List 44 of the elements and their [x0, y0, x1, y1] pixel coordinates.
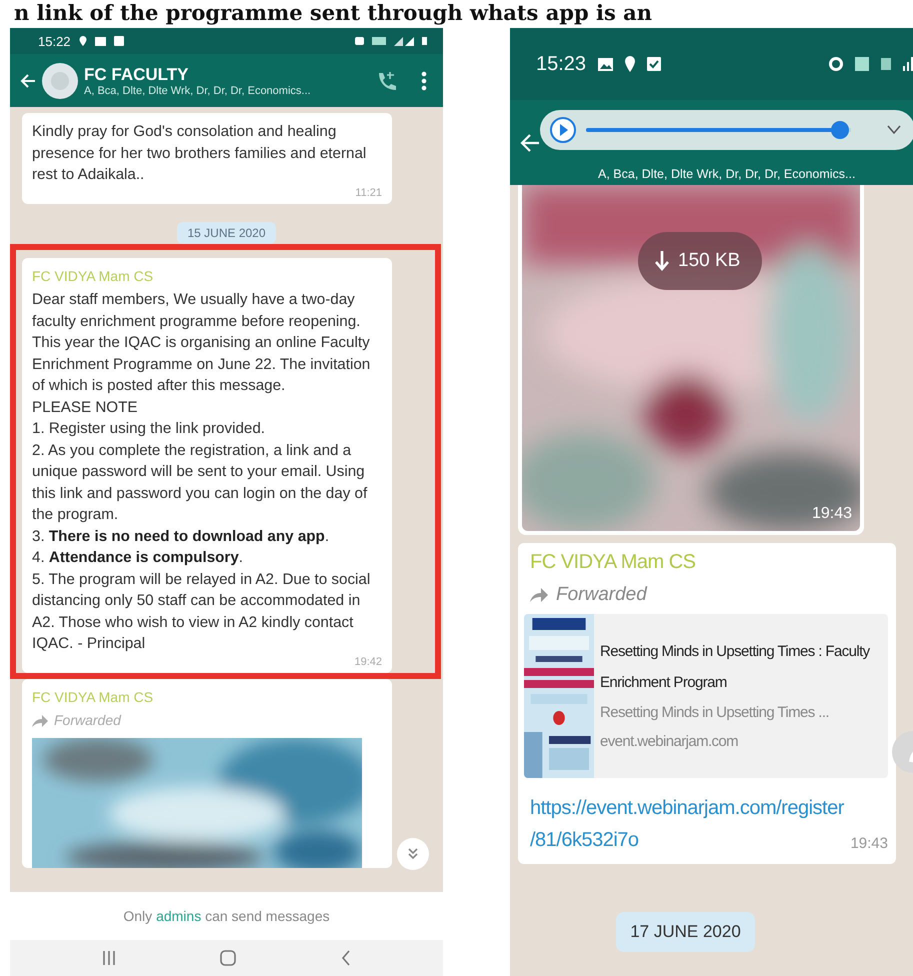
location-icon — [625, 56, 636, 72]
preview-description: Resetting Minds in Upsetting Times ... — [600, 703, 830, 723]
play-icon[interactable] — [550, 117, 576, 143]
status-time: 15:23 — [536, 52, 586, 76]
location-icon — [78, 36, 87, 46]
chevron-down-icon[interactable] — [887, 125, 901, 135]
admins-only-notice: Only admins can send messages — [10, 892, 443, 940]
sender-name: FC VIDYA Mam CS — [32, 688, 154, 706]
message-text: Dear staff members, We usually have a two-day faculty enrichment programme before reopening. This year the IQAC is organising an online Faculty Enrichment Programme on June 22. The invitation of which is posted after this message. PLEASE NOTE 1. Register using the link provided. 2. As you complete the registration, a link and a unique password will be sent to your email. Using this link and password you can login on the day of the program. 3. There is no need to download any app. 4. Attendance is compulsory. 5. The program will be relayed in A2. Due to social distancing only 50 staff can be accommodated in A2. Those who wish to view in A2 kindly contact IQAC. - Principal — [32, 290, 372, 654]
date-chip: 15 JUNE 2020 — [177, 222, 276, 244]
preview-title: Resetting Minds in Upsetting Times : Faculty Enrichment Program — [600, 642, 871, 693]
group-avatar-icon[interactable] — [42, 62, 78, 98]
more-options-icon[interactable] — [421, 70, 427, 90]
download-arrow-icon — [654, 250, 670, 272]
back-arrow-icon[interactable] — [520, 132, 540, 152]
back-arrow-icon[interactable] — [20, 72, 36, 88]
back-icon[interactable] — [341, 950, 352, 966]
download-button[interactable]: 150 KB — [638, 232, 762, 290]
page-heading: n link of the programme sent through whats app is an — [13, 0, 653, 27]
group-name: FC FACULTY — [84, 64, 190, 84]
recent-apps-icon[interactable] — [102, 950, 116, 966]
forwarded-label: Forwarded — [54, 711, 121, 730]
group-members: A, Bca, Dlte, Dlte Wrk, Dr, Dr, Dr, Economics... — [84, 84, 312, 96]
message-time: 19:43 — [850, 835, 888, 854]
double-chevron-icon — [407, 848, 419, 860]
signal-icon — [394, 36, 414, 46]
scroll-down-button[interactable] — [397, 838, 429, 870]
message-time: 19:42 — [353, 654, 382, 668]
register-link[interactable]: https://event.webinarjam.com/register /81/6k532i7o — [530, 792, 850, 856]
sender-name: FC VIDYA Mam CS — [530, 551, 696, 574]
link-preview[interactable]: Resetting Minds in Upsetting Times : Faculty Enrichment Program Resetting Minds in Upsetting Times ... event.webinarjam.com — [524, 614, 888, 778]
message-time: 11:21 — [354, 186, 382, 200]
status-time: 15:22 — [38, 34, 71, 48]
group-members: A, Bca, Dlte, Dlte Wrk, Dr, Dr, Dr, Economics... — [598, 166, 856, 180]
forward-icon — [32, 714, 48, 727]
preview-domain: event.webinarjam.com — [600, 732, 740, 752]
message-time: 19:43 — [812, 505, 852, 523]
message-text: Kindly pray for God's consolation and healing presence for her two brothers families and eternal rest to Adaikala.. — [32, 122, 368, 185]
home-icon[interactable] — [219, 949, 238, 967]
signal-icon — [903, 57, 913, 71]
forward-icon — [530, 588, 548, 602]
sender-name: FC VIDYA Mam CS — [32, 266, 154, 286]
date-chip: 17 JUNE 2020 — [616, 912, 755, 952]
forwarded-label: Forwarded — [556, 584, 647, 606]
